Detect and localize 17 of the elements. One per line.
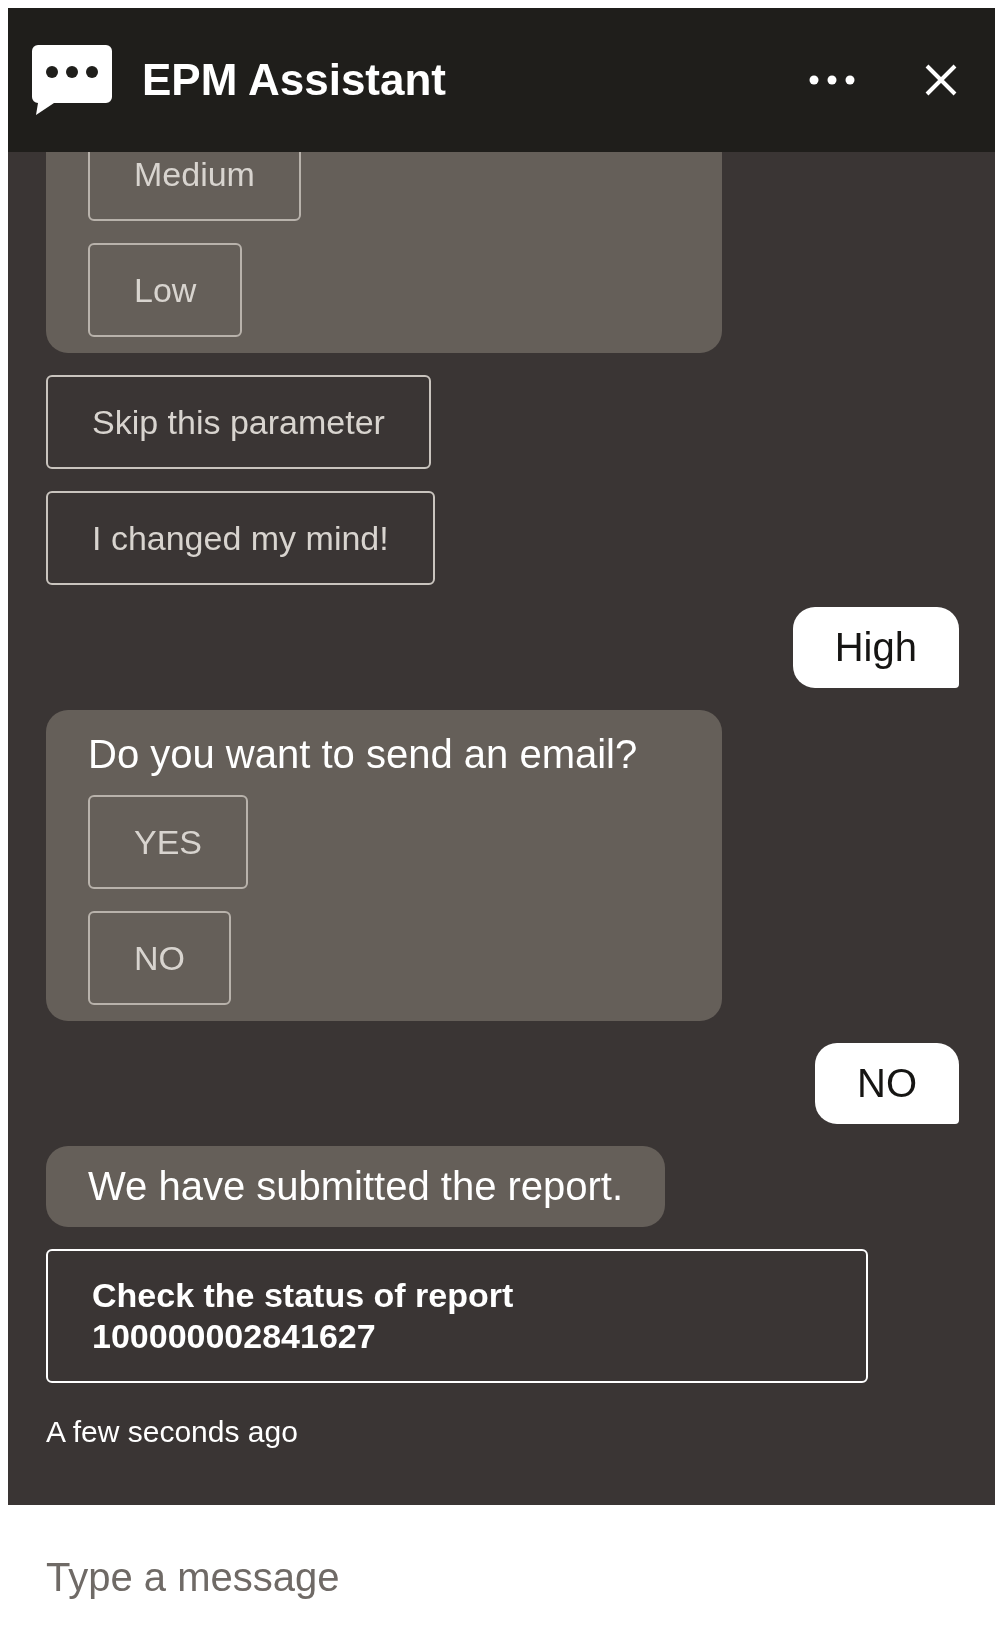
action-button[interactable]: I changed my mind! <box>46 491 435 586</box>
action-button[interactable]: Skip this parameter <box>46 375 431 470</box>
user-message: High <box>792 607 959 689</box>
timestamp: A few seconds ago <box>46 1415 299 1449</box>
option-button[interactable]: NO <box>88 911 231 1006</box>
message-text: Do you want to send an email? <box>88 732 638 778</box>
user-message: NO <box>815 1043 959 1125</box>
window-title: EPM Assistant <box>142 55 447 105</box>
chat-bubble-icon <box>32 45 112 115</box>
message-input[interactable]: Type a message <box>44 1553 848 1601</box>
option-button[interactable]: Medium <box>88 152 301 222</box>
more-icon[interactable] <box>809 75 855 85</box>
option-button[interactable]: YES <box>88 795 249 890</box>
bot-message: We have submitted the report. <box>46 1146 666 1228</box>
close-icon[interactable] <box>925 64 957 96</box>
option-button[interactable]: Low <box>88 243 243 338</box>
link-card-button[interactable]: Check the status of report 100000002841627 <box>46 1249 868 1383</box>
